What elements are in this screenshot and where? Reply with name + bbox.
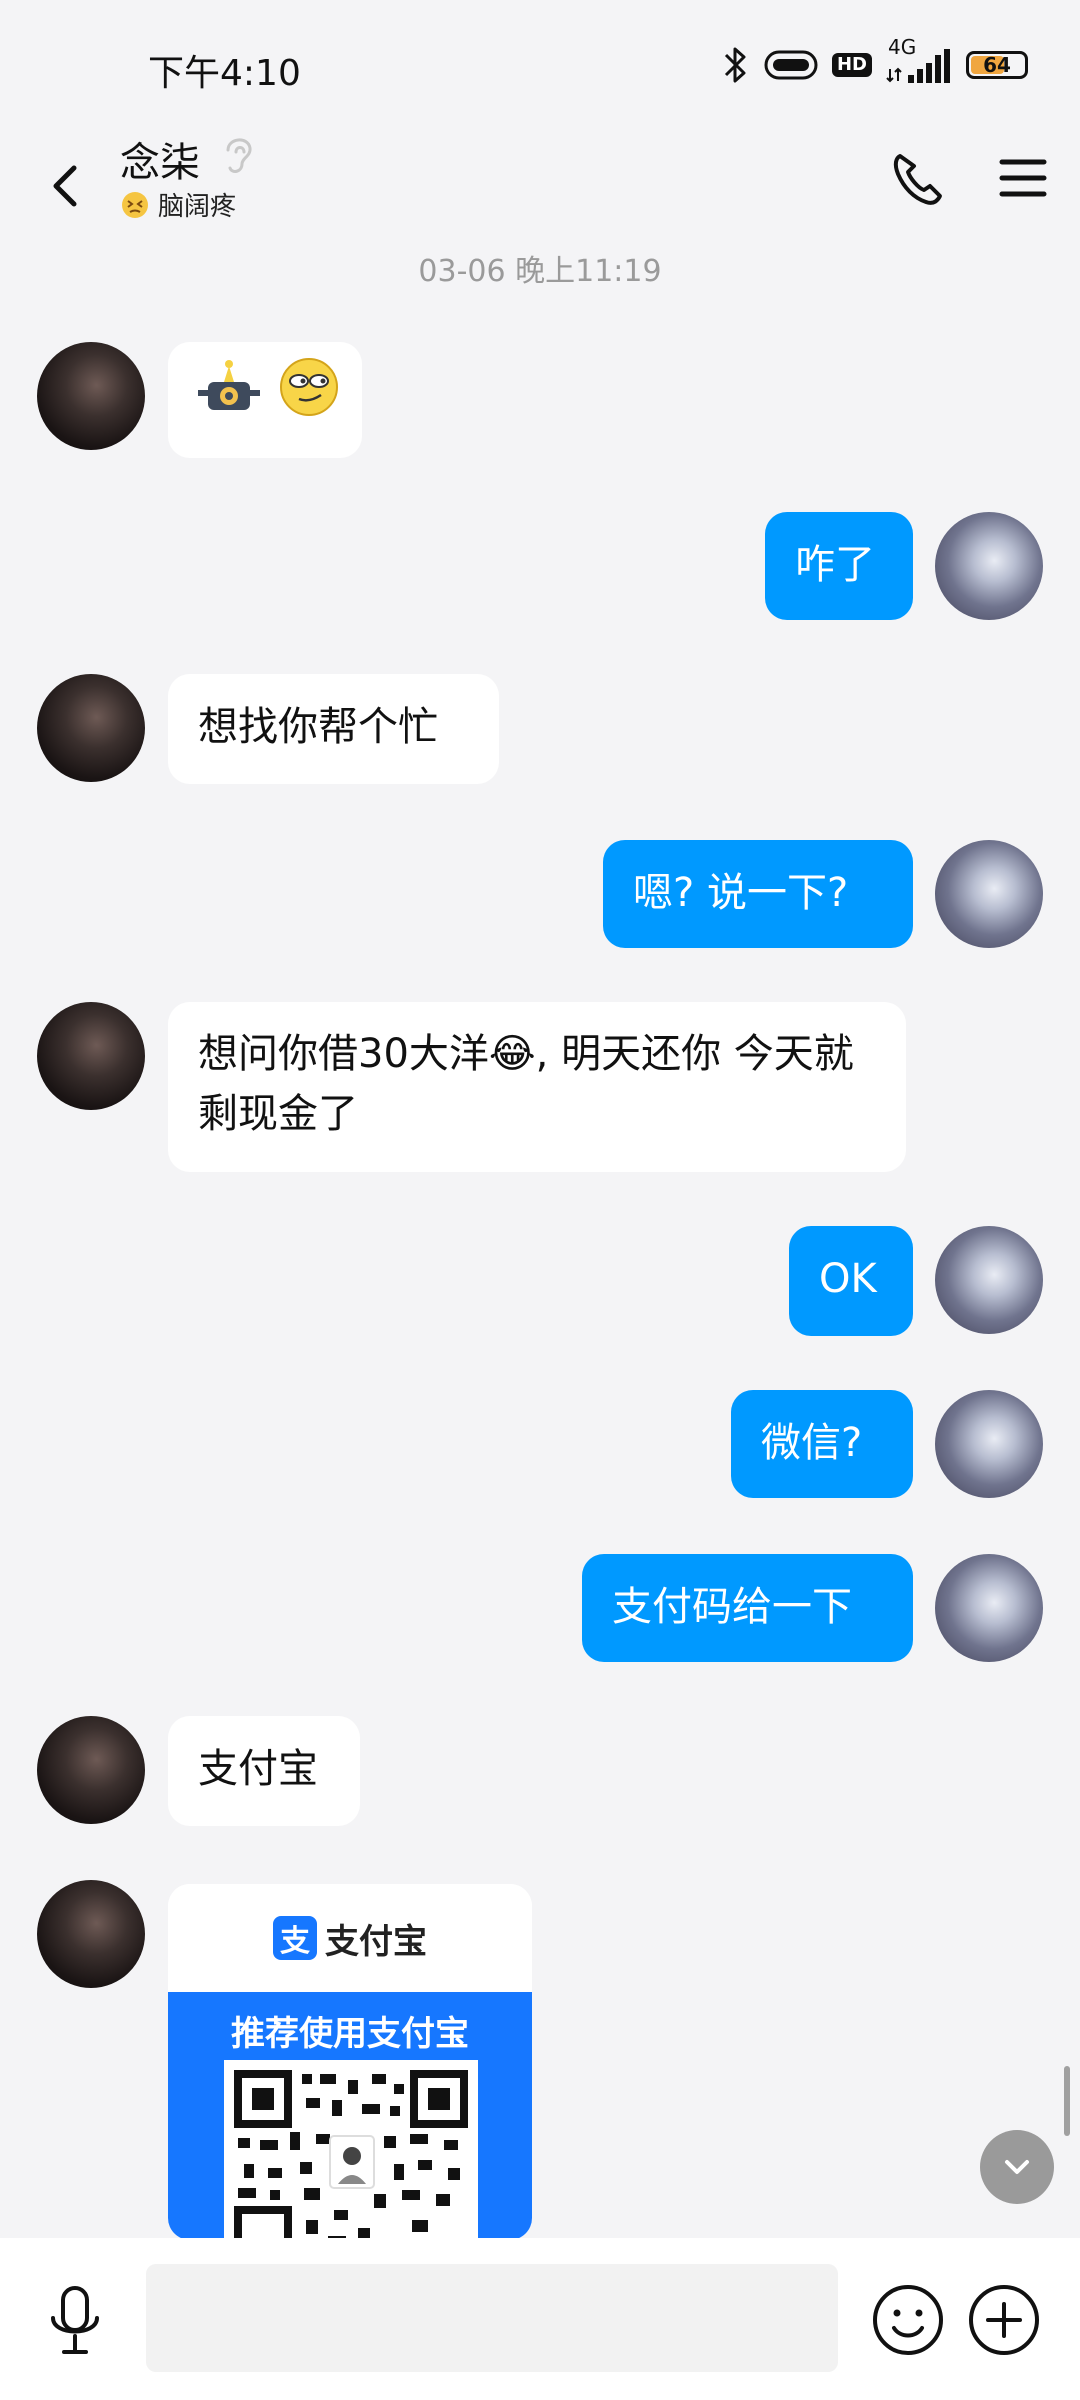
pill-toggle-icon bbox=[764, 50, 818, 80]
emoji-button[interactable] bbox=[870, 2282, 946, 2358]
smirk-emoji-icon bbox=[277, 355, 341, 436]
contact-avatar[interactable] bbox=[37, 1716, 145, 1824]
contact-name[interactable]: 念柒 bbox=[120, 130, 200, 188]
ear-icon[interactable] bbox=[218, 130, 258, 180]
alipay-qr-card[interactable]: 支 支付宝 推荐使用支付宝 bbox=[168, 1884, 532, 2240]
message-input[interactable] bbox=[146, 2264, 838, 2372]
alipay-logo-icon: 支 bbox=[273, 1916, 317, 1960]
outgoing-message[interactable]: 咋了 bbox=[765, 512, 913, 620]
call-button[interactable] bbox=[886, 144, 946, 214]
incoming-message[interactable]: 想找你帮个忙 bbox=[168, 674, 499, 784]
incoming-message[interactable]: 支付宝 bbox=[168, 1716, 360, 1826]
signal-icon: 4G bbox=[886, 37, 952, 85]
contact-avatar[interactable] bbox=[37, 674, 145, 782]
battery-level: 64 bbox=[983, 53, 1011, 77]
qr-code-image bbox=[224, 2060, 478, 2240]
scrollbar[interactable] bbox=[1064, 2066, 1070, 2136]
back-button[interactable] bbox=[40, 146, 100, 226]
bluetooth-icon bbox=[722, 45, 750, 85]
status-time: 下午4:10 bbox=[148, 53, 301, 94]
chevron-left-icon bbox=[53, 165, 77, 207]
contact-status: 脑阔疼 bbox=[120, 186, 236, 223]
outgoing-message[interactable]: OK bbox=[789, 1226, 913, 1336]
chevron-down-icon bbox=[1005, 2160, 1029, 2174]
message-timestamp: 03-06 晚上11:19 bbox=[418, 254, 662, 289]
contact-avatar[interactable] bbox=[37, 342, 145, 450]
voice-button[interactable] bbox=[44, 2282, 106, 2362]
hd-badge: HD bbox=[831, 53, 872, 77]
my-avatar[interactable] bbox=[935, 1390, 1043, 1498]
battery-icon: 64 bbox=[966, 51, 1028, 79]
more-options-button[interactable] bbox=[966, 2282, 1042, 2358]
my-avatar[interactable] bbox=[935, 1226, 1043, 1334]
robot-sticker-icon bbox=[194, 352, 264, 439]
my-avatar[interactable] bbox=[935, 512, 1043, 620]
scroll-to-bottom-button[interactable] bbox=[980, 2130, 1054, 2204]
chat-header: 念柒 脑阔疼 bbox=[0, 130, 1080, 240]
status-bar: 下午4:10 HD 4G 64 bbox=[0, 0, 1080, 130]
battery-indicator: 64 bbox=[966, 51, 1028, 79]
dizzy-face-icon bbox=[120, 190, 150, 220]
sticker-message[interactable] bbox=[168, 342, 362, 458]
microphone-icon bbox=[51, 2286, 99, 2354]
status-text: 脑阔疼 bbox=[158, 192, 237, 222]
my-avatar[interactable] bbox=[935, 840, 1043, 948]
menu-icon bbox=[999, 159, 1047, 197]
contact-avatar[interactable] bbox=[37, 1880, 145, 1988]
qr-card-header: 支 支付宝 bbox=[168, 1884, 532, 1992]
network-type: 4G bbox=[888, 35, 917, 59]
tears-of-joy-emoji: 😂 bbox=[488, 1031, 536, 1077]
my-avatar[interactable] bbox=[935, 1554, 1043, 1662]
qr-banner-text: 推荐使用支付宝 bbox=[231, 2014, 469, 2054]
alipay-brand-name: 支付宝 bbox=[325, 1921, 427, 1962]
plus-icon bbox=[969, 2285, 1039, 2355]
message-text: 想问你借30大洋 bbox=[198, 1031, 489, 1077]
outgoing-message[interactable]: 微信? bbox=[731, 1390, 913, 1498]
outgoing-message[interactable]: 支付码给一下 bbox=[582, 1554, 913, 1662]
phone-icon bbox=[893, 154, 942, 205]
contact-avatar[interactable] bbox=[37, 1002, 145, 1110]
qr-card-body: 推荐使用支付宝 bbox=[168, 1992, 532, 2240]
smiley-icon bbox=[873, 2285, 943, 2355]
status-icons: HD 4G 64 bbox=[722, 37, 1028, 90]
outgoing-message[interactable]: 嗯? 说一下? bbox=[603, 840, 913, 948]
menu-button[interactable] bbox=[996, 150, 1050, 206]
incoming-message[interactable]: 想问你借30大洋😂, 明天还你 今天就剩现金了 bbox=[168, 1002, 906, 1172]
input-bar bbox=[0, 2238, 1080, 2400]
